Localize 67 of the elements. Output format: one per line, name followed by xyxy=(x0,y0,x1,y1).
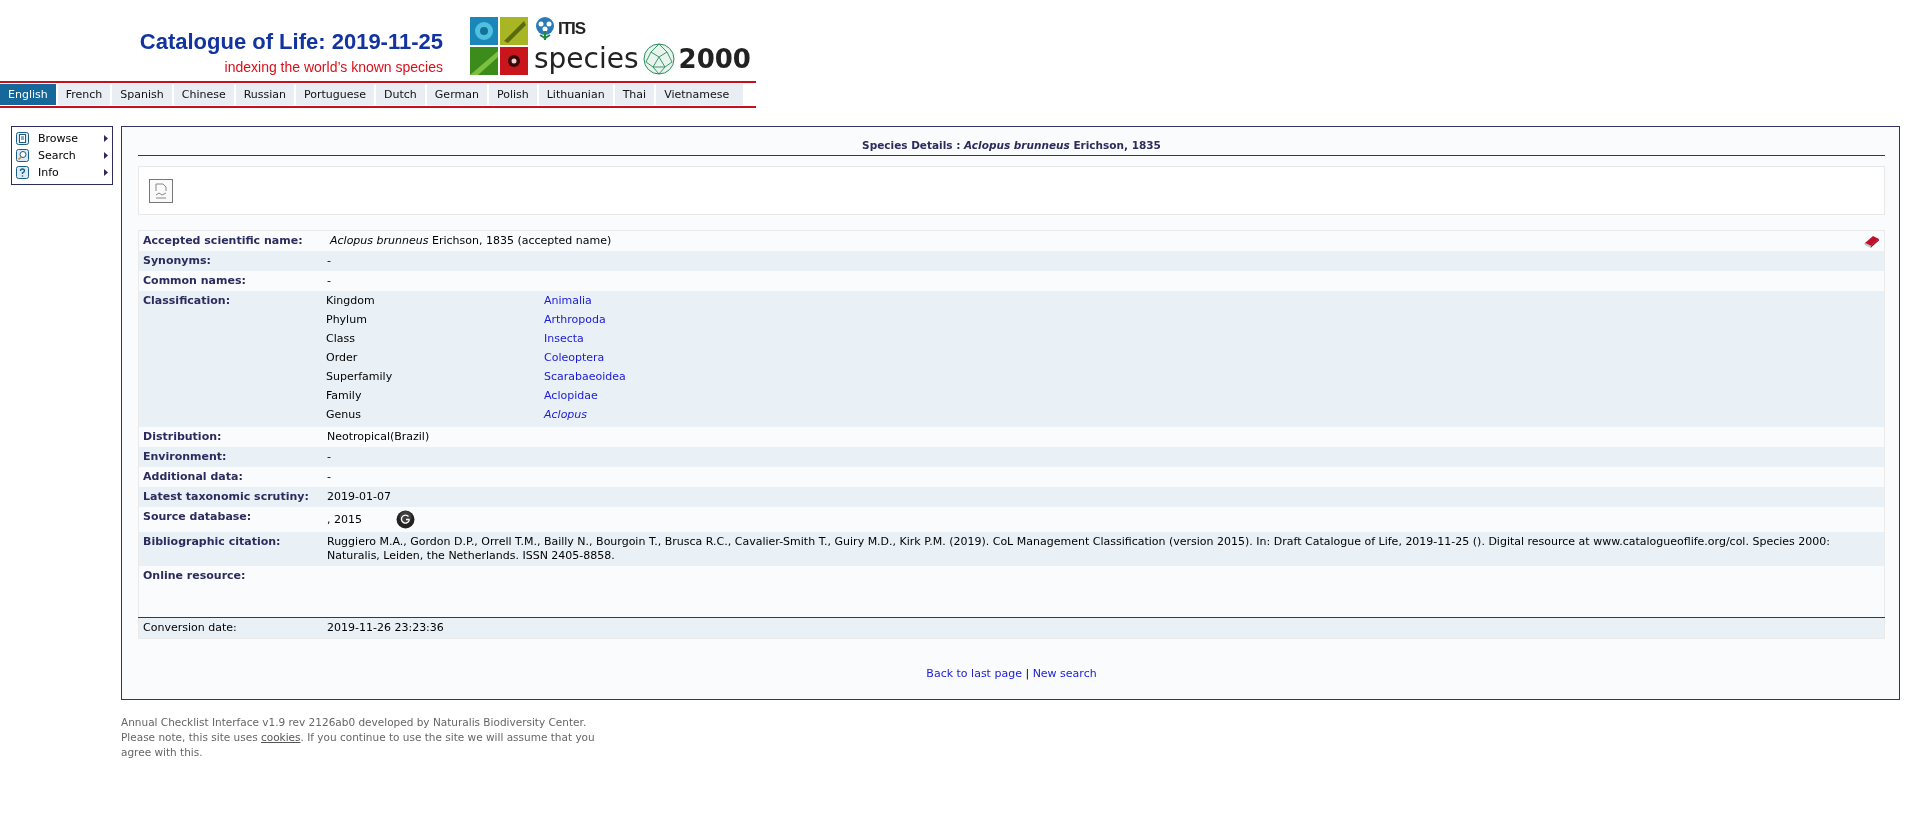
language-tab[interactable]: Portuguese xyxy=(296,84,377,105)
language-tab[interactable]: German xyxy=(426,84,489,105)
site-title: Catalogue of Life: 2019-11-25 xyxy=(139,29,443,55)
taxon-link[interactable]: Aclopus xyxy=(544,408,588,421)
footer-text: Annual Checklist Interface v1.9 rev 2126ab0 developed by Naturalis Biodiversity Center. Please note, this site uses cookies. If you continue to use the site we will assume that you agree with this. xyxy=(121,715,596,760)
field-label: Source database: xyxy=(138,507,323,532)
field-value: - xyxy=(323,467,1885,487)
g-circle-icon[interactable] xyxy=(396,510,415,529)
field-value: - xyxy=(323,251,1885,271)
menu-item[interactable]: Info xyxy=(12,164,112,181)
language-tab[interactable]: Spanish xyxy=(112,84,174,105)
broken-image-icon xyxy=(149,178,173,203)
field-value: , 2015 xyxy=(327,512,362,527)
field-label: Distribution: xyxy=(138,427,323,447)
field-value: 2019-11-26 23:23:36 xyxy=(323,617,1885,639)
field-value: Ruggiero M.A., Gordon D.P., Orrell T.M., Bailly N., Bourgoin T., Brusca R.C., Cavalier-Smith T., Guiry M.D., Kirk P.M. (2019). CoL Management Classification (version 2015). In: Draft Catalogue of Life, 2019-11-25 (). Digital resource at www.catalogueoflife.org/col. Species 2000: Naturalis, Leiden, the Netherlands. ISSN 2405-8858. xyxy=(323,532,1885,566)
taxon-link[interactable]: Insecta xyxy=(544,332,584,345)
cookies-link[interactable]: cookies xyxy=(260,731,301,743)
language-tab[interactable]: Thai xyxy=(614,84,657,105)
field-value: - xyxy=(323,447,1885,467)
language-tab[interactable]: Lithuanian xyxy=(538,84,615,105)
language-tab[interactable]: English xyxy=(0,84,58,105)
caret-icon xyxy=(104,135,108,142)
species-logo-text: species xyxy=(534,45,639,73)
taxon-link[interactable]: Scarabaeoidea xyxy=(544,370,626,383)
back-link[interactable]: Back to last page xyxy=(926,667,1022,680)
field-label: Conversion date: xyxy=(138,617,323,639)
caret-icon xyxy=(104,169,108,176)
language-tab[interactable]: French xyxy=(57,84,113,105)
flower-icon xyxy=(534,17,556,41)
menu-item[interactable]: Search xyxy=(12,147,112,164)
taxon-link[interactable]: Coleoptera xyxy=(544,351,605,364)
field-value: 2019-01-07 xyxy=(323,487,1885,507)
new-search-link[interactable]: New search xyxy=(1032,667,1097,680)
caret-icon xyxy=(104,152,108,159)
field-label: Bibliographic citation: xyxy=(138,532,323,566)
taxon-link[interactable]: Animalia xyxy=(544,294,592,307)
field-label: Additional data: xyxy=(138,467,323,487)
language-tab[interactable]: Chinese xyxy=(173,84,236,105)
photo-tiles-drawing xyxy=(470,17,528,75)
field-label: Common names: xyxy=(138,271,323,291)
taxon-link[interactable]: Aclopidae xyxy=(544,389,598,402)
taxon-link[interactable]: Arthropoda xyxy=(544,313,606,326)
field-label: Online resource: xyxy=(138,566,323,605)
language-tab[interactable]: Polish xyxy=(488,84,539,105)
help-icon xyxy=(16,166,29,179)
field-label: Accepted scientific name: xyxy=(138,230,323,251)
field-value: Aclopus brunneus Erichson, 1835 (accepted name) xyxy=(330,234,612,248)
menu-item[interactable]: Browse xyxy=(12,130,112,147)
language-tab[interactable]: Dutch xyxy=(376,84,427,105)
search-icon xyxy=(16,149,29,162)
itis-logo-text: ITIS xyxy=(558,19,586,39)
field-label: Latest taxonomic scrutiny: xyxy=(138,487,323,507)
field-value: Neotropical(Brazil) xyxy=(323,427,1885,447)
link-separator: | xyxy=(1025,667,1030,680)
site-tagline: indexing the world’s known species xyxy=(224,59,443,75)
language-tab[interactable]: Russian xyxy=(235,84,297,105)
field-label: Environment: xyxy=(138,447,323,467)
year-logo-text: 2000 xyxy=(678,46,751,72)
field-value: - xyxy=(323,271,1885,291)
document-icon xyxy=(16,132,29,145)
book-icon[interactable] xyxy=(1864,234,1880,248)
panel-title: Species Details : Aclopus brunneus Erichson, 1835 xyxy=(138,139,1885,156)
field-label: Synonyms: xyxy=(138,251,323,271)
geodesic-sphere-icon xyxy=(642,43,675,75)
field-label: Classification: xyxy=(138,291,323,427)
language-tab[interactable]: Vietnamese xyxy=(656,84,746,105)
